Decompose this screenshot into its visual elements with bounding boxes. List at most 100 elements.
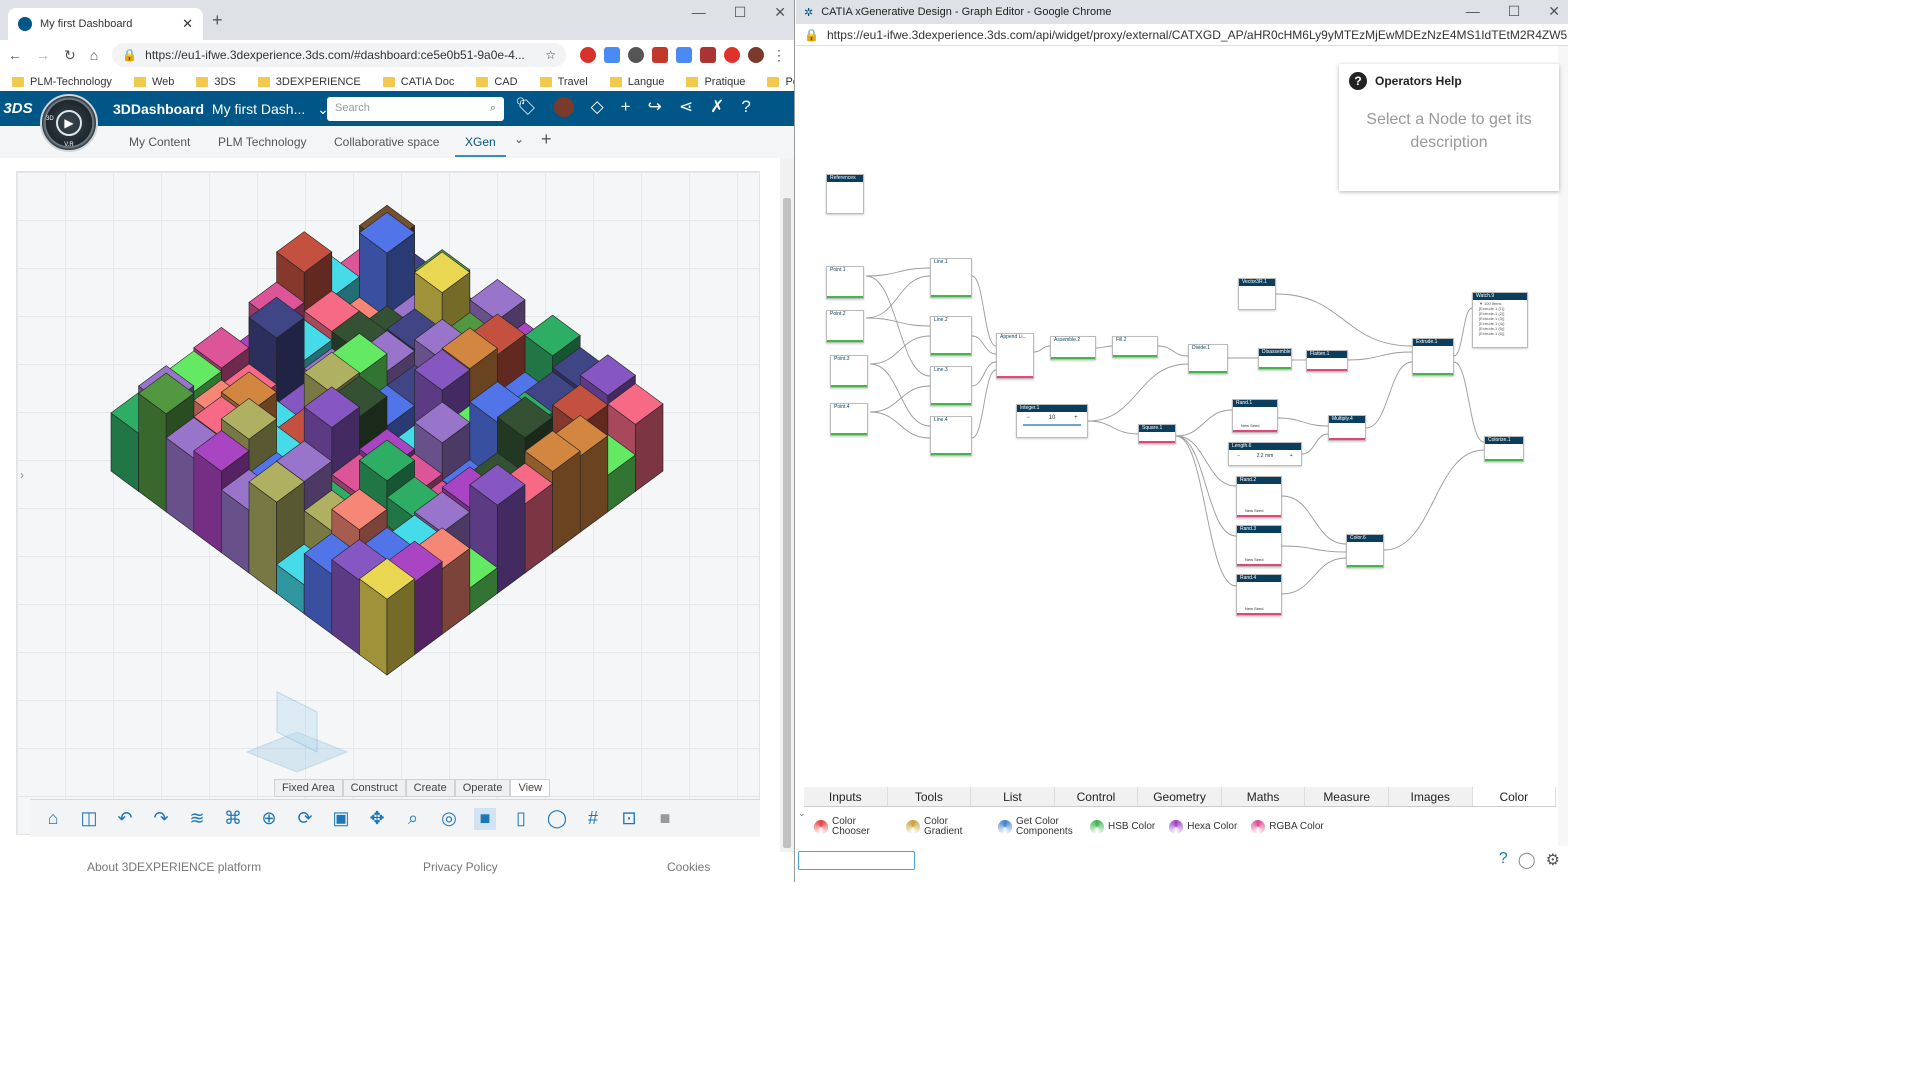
pdf-icon[interactable] — [700, 47, 716, 63]
viewer-tab[interactable]: Create — [405, 779, 455, 797]
integer-slider[interactable] — [1023, 424, 1081, 426]
bookmark-item[interactable]: Personnel — [767, 76, 794, 88]
page-scrollbar[interactable] — [780, 158, 794, 852]
help-icon[interactable]: ? — [741, 97, 750, 117]
node-line-3[interactable]: Line.3 — [930, 366, 972, 406]
viewer-tab[interactable]: Operate — [454, 779, 511, 797]
node-rand-2[interactable]: Rand.2 New Seed — [1236, 476, 1282, 518]
zoom-area-icon[interactable]: ⌕ — [402, 808, 424, 830]
redo-icon[interactable]: ↷ — [150, 808, 172, 830]
bookmark-item[interactable]: 3DS — [196, 76, 236, 88]
viewer-tab-active[interactable]: View — [510, 779, 551, 797]
cylinder-icon[interactable]: ▯ — [510, 808, 532, 830]
node-square[interactable]: Square.1 — [1138, 424, 1176, 444]
operator-search-input[interactable] — [798, 851, 915, 870]
bookmark-item[interactable]: Travel — [539, 76, 588, 88]
node-point-3[interactable]: Point.3 — [830, 355, 868, 388]
category-tab[interactable]: Tools — [888, 787, 972, 806]
integer-stepper[interactable]: − 10 + — [1017, 412, 1087, 421]
close-tab-icon[interactable]: ✕ — [182, 16, 193, 32]
color-operator-item[interactable]: Get Color Components — [998, 817, 1076, 837]
color-operator-item[interactable]: Color Gradient — [906, 817, 984, 837]
category-tab[interactable]: Inputs — [804, 787, 888, 806]
node-point-4[interactable]: Point.4 — [830, 403, 868, 436]
shield-icon[interactable] — [724, 47, 740, 63]
node-line-4[interactable]: Line.4 — [930, 416, 972, 456]
node-rand-3[interactable]: Rand.3 New Seed — [1236, 525, 1282, 567]
minimize-icon[interactable]: — — [692, 4, 706, 21]
bookmark-item[interactable]: CATIA Doc — [382, 76, 454, 88]
screen-icon[interactable] — [676, 47, 692, 63]
node-flatten[interactable]: Flatten.1 — [1306, 350, 1348, 372]
category-tab[interactable]: Measure — [1305, 787, 1389, 806]
node-watch[interactable]: Watch.9 ▼ 100 items [Extrude.1 (1)] [Ext… — [1472, 292, 1528, 348]
close-window-icon[interactable]: ✕ — [1548, 3, 1560, 20]
home-icon[interactable]: ⌂ — [90, 47, 98, 63]
category-tab[interactable]: Maths — [1222, 787, 1306, 806]
rotate-icon[interactable]: ⟳ — [294, 808, 316, 830]
bookmark-item[interactable]: Langue — [609, 76, 664, 88]
undo-icon[interactable]: ↶ — [114, 808, 136, 830]
decrement-icon[interactable]: − — [1026, 415, 1030, 421]
node-disassemble[interactable]: Disassemble — [1258, 348, 1292, 370]
dashboard-title[interactable]: 3DDashboard My first Dash... ⌄ — [113, 101, 329, 118]
profile-icon[interactable] — [748, 47, 764, 63]
maximize-icon[interactable]: ☐ — [734, 4, 747, 21]
chat-icon[interactable]: ◇ — [591, 97, 604, 117]
home-view-icon[interactable]: ⌂ — [42, 808, 64, 830]
extension-icon[interactable] — [628, 47, 644, 63]
new-tab-icon[interactable]: + — [212, 10, 223, 31]
node-references[interactable]: References — [826, 174, 864, 214]
node-divide[interactable]: Divide.1 — [1188, 344, 1228, 374]
grid-icon[interactable]: # — [582, 808, 604, 830]
compass-icon[interactable]: 3D ▶ V.R — [40, 94, 98, 152]
color-operator-item[interactable]: Color Chooser — [814, 817, 892, 837]
sphere-icon[interactable]: ◯ — [546, 808, 568, 830]
feed-icon[interactable]: ≋ — [186, 808, 208, 830]
new-seed-button[interactable]: New Seed — [1241, 423, 1259, 428]
tree-icon[interactable]: ⌘ — [222, 808, 244, 830]
bookmark-item[interactable]: Web — [133, 76, 174, 88]
scrollbar-thumb[interactable] — [783, 198, 791, 848]
category-tab-active[interactable]: Color — [1472, 787, 1557, 806]
color-operator-item[interactable]: Hexa Color — [1169, 820, 1237, 834]
node-fill[interactable]: Fill.2 — [1112, 336, 1158, 358]
node-length[interactable]: Length.6 − 2.2 mm + — [1228, 442, 1302, 466]
node-line-2[interactable]: Line.2 — [930, 316, 972, 356]
node-colorize[interactable]: Colorize.1 — [1484, 436, 1524, 462]
shaded-cube-icon[interactable]: ■ — [474, 807, 496, 830]
bookmark-item[interactable]: PLM-Technology — [12, 76, 112, 88]
cube-view-icon[interactable]: ▣ — [330, 808, 352, 830]
avatar[interactable] — [553, 97, 574, 117]
close-window-icon[interactable]: ✕ — [774, 4, 786, 21]
tab-plm-technology[interactable]: PLM Technology — [218, 135, 307, 149]
bookmark-item[interactable]: Pratique — [686, 76, 745, 88]
new-seed-button[interactable]: New Seed — [1245, 606, 1263, 611]
decrement-icon[interactable]: − — [1237, 453, 1240, 459]
network-icon[interactable]: ⋖ — [679, 97, 693, 117]
category-tab[interactable]: List — [971, 787, 1055, 806]
viewer-tab[interactable]: Construct — [342, 779, 406, 797]
node-vector[interactable]: Vector3R.1 — [1238, 278, 1276, 310]
minimize-icon[interactable]: — — [1466, 3, 1480, 20]
3ds-logo-icon[interactable]: 3DS — [0, 100, 36, 117]
tag-icon[interactable]: 🏷 — [515, 97, 537, 117]
tab-menu-chevron-icon[interactable]: ⌄ — [514, 132, 524, 146]
category-tab[interactable]: Control — [1055, 787, 1139, 806]
pan-icon[interactable]: ✥ — [366, 808, 388, 830]
translate-icon[interactable] — [604, 47, 620, 63]
maximize-icon[interactable]: ☐ — [1508, 3, 1521, 20]
extruded-boxes-model[interactable] — [17, 172, 760, 835]
box-icon[interactable]: ■ — [654, 808, 676, 830]
comment-icon[interactable]: ◯ — [1518, 850, 1536, 870]
tab-collaborative-space[interactable]: Collaborative space — [334, 135, 439, 149]
node-integer[interactable]: Integer.1 − 10 + — [1016, 404, 1088, 438]
play-icon[interactable]: ▶ — [56, 110, 82, 136]
tab-xgen[interactable]: XGen — [455, 135, 506, 157]
cookies-link[interactable]: Cookies — [667, 860, 710, 874]
add-tab-icon[interactable]: + — [541, 129, 552, 150]
tab-my-content[interactable]: My Content — [129, 135, 190, 149]
increment-icon[interactable]: + — [1074, 415, 1078, 421]
category-tab[interactable]: Geometry — [1138, 787, 1222, 806]
node-rand-4[interactable]: Rand.4 New Seed — [1236, 574, 1282, 616]
